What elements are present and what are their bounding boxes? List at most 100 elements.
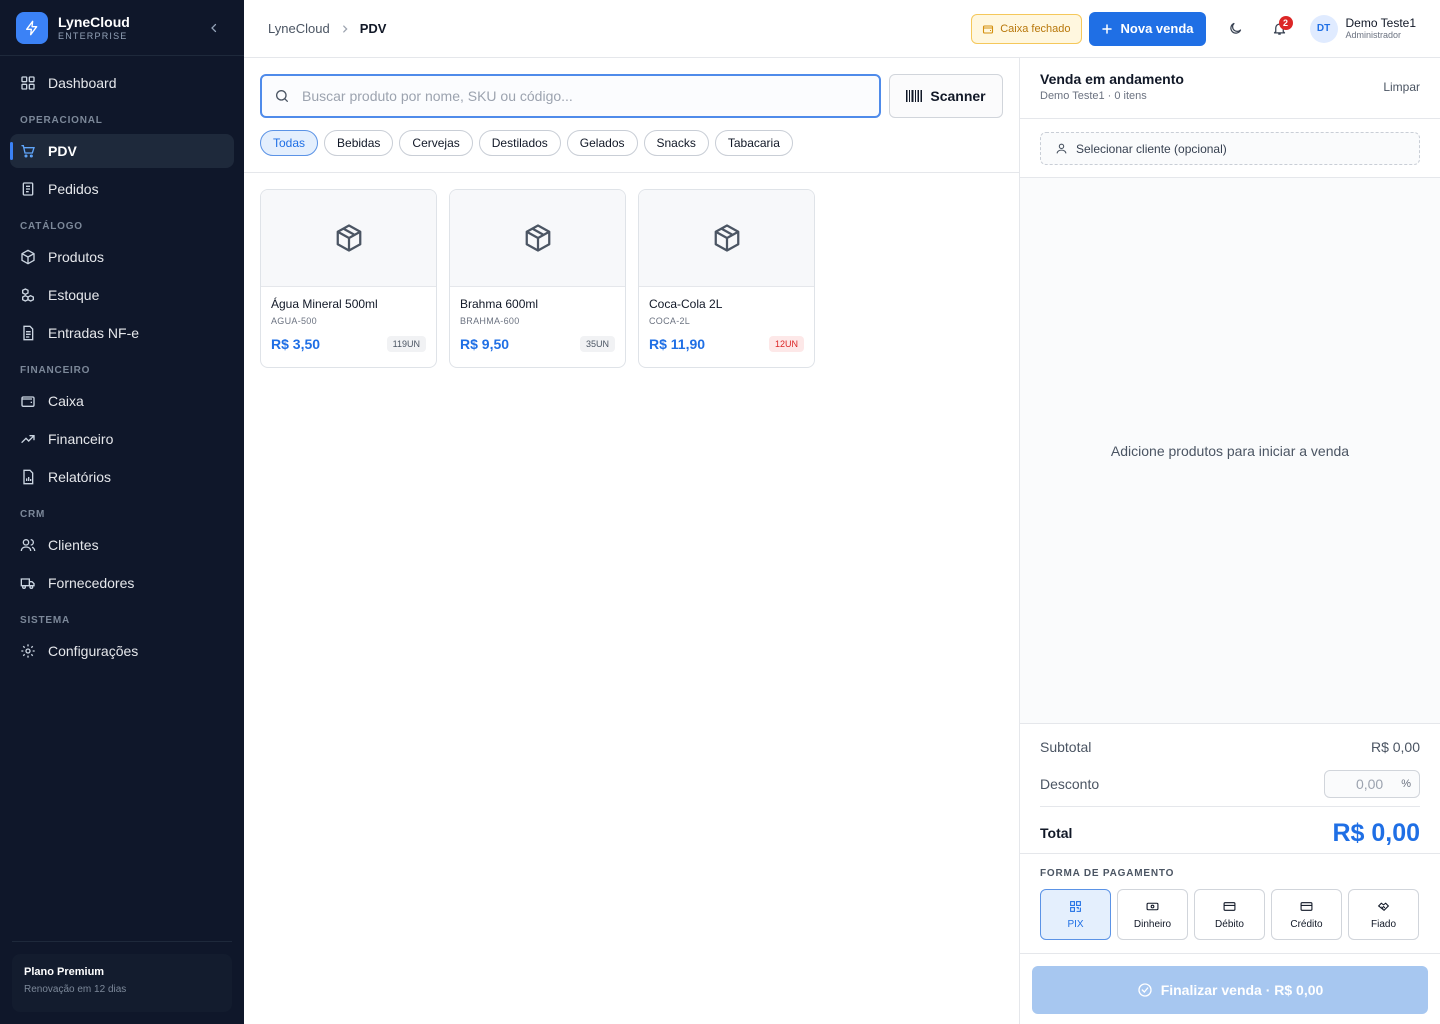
sidebar-item-dashboard[interactable]: Dashboard — [10, 66, 234, 100]
receipt-icon — [20, 181, 36, 197]
sidebar-item-label: Estoque — [48, 287, 100, 303]
sidebar-item-label: Clientes — [48, 537, 99, 553]
category-chip-destilados[interactable]: Destilados — [478, 130, 561, 156]
stock-badge: 35UN — [579, 336, 615, 352]
payment-label: Débito — [1215, 918, 1244, 930]
stock-badge: 119UN — [386, 336, 426, 352]
sidebar-item-estoque[interactable]: Estoque — [10, 278, 234, 312]
category-chip-gelados[interactable]: Gelados — [566, 130, 638, 156]
card-icon — [1300, 900, 1313, 913]
new-sale-label: Nova venda — [1120, 21, 1194, 36]
sidebar-item-label: Fornecedores — [48, 575, 135, 591]
new-sale-button[interactable]: Nova venda — [1088, 11, 1206, 46]
scanner-button[interactable]: Scanner — [889, 74, 1003, 118]
breadcrumb: LyneCloud PDV — [268, 21, 386, 36]
payment-debito-button[interactable]: Débito — [1194, 889, 1265, 940]
theme-toggle-button[interactable] — [1220, 13, 1252, 45]
payment-label: Dinheiro — [1133, 918, 1172, 930]
finalize-sale-button[interactable]: Finalizar venda · R$ 0,00 — [1032, 966, 1428, 1014]
sidebar-item-financeiro[interactable]: Financeiro — [10, 422, 234, 456]
sidebar-item-configuracoes[interactable]: Configurações — [10, 634, 234, 668]
qr-icon — [1069, 900, 1082, 913]
nav-section-sistema: SISTEMA — [20, 615, 71, 626]
category-chip-tabacaria[interactable]: Tabacaria — [714, 130, 793, 156]
sale-subtitle: Demo Teste1 · 0 itens — [1040, 90, 1147, 102]
product-price: R$ 11,90 — [649, 336, 706, 352]
cash-icon — [1146, 900, 1159, 913]
nav-section-catalogo: CATÁLOGO — [20, 221, 83, 232]
category-chip-bebidas[interactable]: Bebidas — [324, 130, 394, 156]
avatar: DT — [1309, 14, 1338, 43]
product-sku: COCA-2L — [649, 316, 691, 326]
search-input[interactable] — [302, 88, 842, 104]
sidebar-item-label: Dashboard — [48, 75, 117, 91]
report-icon — [20, 469, 36, 485]
discount-input[interactable]: 0,00 % — [1324, 770, 1420, 798]
category-chip-snacks[interactable]: Snacks — [643, 130, 709, 156]
sidebar-item-fornecedores[interactable]: Fornecedores — [10, 566, 234, 600]
box-icon — [714, 224, 739, 252]
category-chip-todas[interactable]: Todas — [260, 130, 319, 156]
payment-pix-button[interactable]: PIX — [1040, 889, 1111, 940]
product-card[interactable]: Água Mineral 500ml AGUA-500 R$ 3,50 119U… — [260, 189, 437, 368]
sidebar-nav: Dashboard OPERACIONAL PDV Pedidos CATÁLO… — [0, 56, 244, 668]
breadcrumb-current: PDV — [359, 21, 387, 36]
user-menu[interactable]: DT Demo Teste1 Administrador — [1309, 14, 1416, 43]
category-filters: Todas Bebidas Cervejas Destilados Gelado… — [260, 130, 799, 156]
user-role: Administrador — [1345, 30, 1402, 40]
product-card[interactable]: Brahma 600ml BRAHMA-600 R$ 9,50 35UN — [449, 189, 626, 368]
moon-icon — [1230, 22, 1242, 34]
nav-section-operacional: OPERACIONAL — [20, 115, 103, 126]
user-name: Demo Teste1 — [1345, 16, 1416, 30]
empty-cart-message: Adicione produtos para iniciar a venda — [1110, 442, 1350, 459]
caixa-status-badge[interactable]: Caixa fechado — [971, 13, 1082, 44]
document-icon — [20, 325, 36, 341]
sidebar-item-produtos[interactable]: Produtos — [10, 240, 234, 274]
product-image — [261, 190, 436, 287]
payment-fiado-button[interactable]: Fiado — [1348, 889, 1419, 940]
product-image — [450, 190, 625, 287]
barcode-icon — [906, 90, 923, 102]
breadcrumb-root[interactable]: LyneCloud — [268, 21, 330, 36]
stock-badge-low: 12UN — [768, 336, 804, 352]
sidebar-item-caixa[interactable]: Caixa — [10, 384, 234, 418]
collapse-sidebar-button[interactable] — [206, 20, 222, 36]
category-chip-cervejas[interactable]: Cervejas — [399, 130, 473, 156]
handshake-icon — [1377, 900, 1390, 913]
chevron-right-icon — [340, 24, 350, 34]
sidebar-item-pedidos[interactable]: Pedidos — [10, 172, 234, 206]
sidebar-item-label: Relatórios — [48, 469, 112, 485]
clear-sale-button[interactable]: Limpar — [1383, 80, 1420, 94]
sidebar-item-pdv[interactable]: PDV — [10, 134, 234, 168]
plan-title: Plano Premium — [24, 966, 105, 978]
sidebar-item-entradas-nfe[interactable]: Entradas NF-e — [10, 316, 234, 350]
chevron-left-icon — [211, 23, 217, 33]
sidebar-item-label: Caixa — [48, 393, 84, 409]
product-search[interactable] — [260, 74, 881, 118]
client-placeholder: Selecionar cliente (opcional) — [1076, 141, 1227, 156]
select-client-button[interactable]: Selecionar cliente (opcional) — [1040, 132, 1420, 165]
discount-label: Desconto — [1040, 776, 1100, 792]
product-sku: AGUA-500 — [271, 316, 317, 326]
discount-unit: % — [1401, 778, 1411, 790]
product-card[interactable]: Coca-Cola 2L COCA-2L R$ 11,90 12UN — [638, 189, 815, 368]
subtotal-label: Subtotal — [1040, 739, 1092, 755]
wallet-icon — [982, 23, 994, 35]
payment-dinheiro-button[interactable]: Dinheiro — [1117, 889, 1188, 940]
box-icon — [336, 224, 361, 252]
payment-credito-button[interactable]: Crédito — [1271, 889, 1342, 940]
sale-title: Venda em andamento — [1040, 71, 1184, 87]
sidebar-item-clientes[interactable]: Clientes — [10, 528, 234, 562]
nav-section-crm: CRM — [20, 509, 46, 520]
plan-card[interactable]: Plano Premium Renovação em 12 dias — [12, 941, 232, 1012]
notifications-button[interactable]: 2 — [1264, 13, 1296, 45]
subtotal-value: R$ 0,00 — [1370, 739, 1420, 755]
sidebar-item-relatorios[interactable]: Relatórios — [10, 460, 234, 494]
product-name: Coca-Cola 2L — [649, 297, 723, 311]
sidebar-item-label: Pedidos — [48, 181, 99, 197]
truck-icon — [20, 575, 36, 591]
bolt-logo-icon — [16, 11, 48, 44]
users-icon — [20, 537, 36, 553]
notification-count-badge: 2 — [1278, 15, 1293, 30]
trend-icon — [20, 431, 36, 447]
